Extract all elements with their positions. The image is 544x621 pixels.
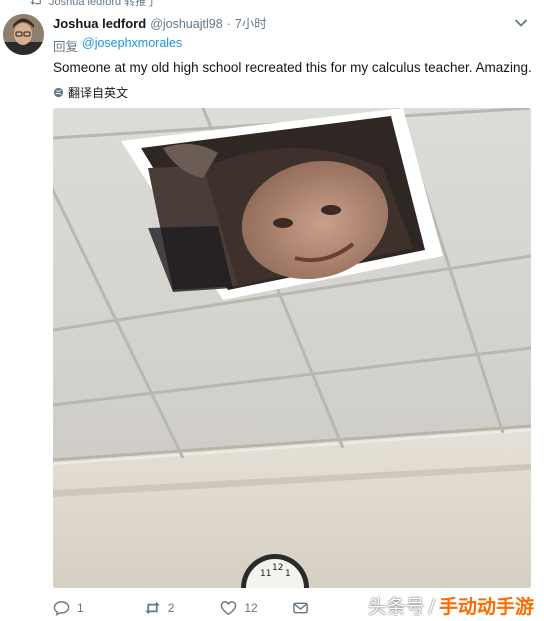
tweet-header: Joshua ledford @joshuajtl98 · 7小时 [53,13,267,32]
direct-message-button[interactable] [292,600,309,616]
retweet-icon [30,0,41,5]
like-count: 12 [244,601,258,615]
ceiling-photo: 11121 [53,108,531,588]
retweet-count: 2 [167,601,175,615]
svg-text:11: 11 [260,569,271,579]
reply-count: 1 [77,601,84,615]
like-button[interactable]: 12 [220,600,258,616]
retweet-button[interactable]: 2 [144,600,175,616]
svg-text:12: 12 [272,563,283,573]
tweet-photo[interactable]: 11 12 1 [53,108,531,588]
envelope-icon [292,602,308,614]
tweet-text: Someone at my old high school recreated … [53,60,532,75]
reply-prefix: 回复 [53,40,79,54]
watermark: 头条号 / 手动动手游 [368,592,534,619]
user-handle[interactable]: @joshuajtl98 [150,17,222,31]
separator-dot: · [226,17,231,31]
chevron-down-icon[interactable] [514,18,528,28]
reply-button[interactable]: 1 [53,600,84,616]
reply-icon [53,601,70,616]
svg-text:1: 1 [285,569,291,579]
reply-context: 回复 @josephxmorales [53,36,182,55]
reply-mention-link[interactable]: @josephxmorales [82,36,182,55]
retweet-context[interactable]: Joshua ledford 转推了 [30,0,157,8]
translate-label: 翻译自英文 [68,86,129,100]
timestamp[interactable]: 7小时 [235,13,267,32]
retweet-icon [144,602,160,614]
avatar-image [3,14,44,55]
translate-link[interactable]: 翻译自英文 [53,84,128,101]
watermark-source: 头条号 [367,596,425,618]
display-name[interactable]: Joshua ledford [53,16,146,31]
heart-icon [221,601,237,615]
watermark-brand: 手动动手游 [438,596,534,618]
avatar[interactable] [3,14,44,55]
watermark-slash: / [428,594,435,617]
globe-icon [53,87,64,98]
retweet-label: Joshua ledford 转推了 [49,0,158,8]
